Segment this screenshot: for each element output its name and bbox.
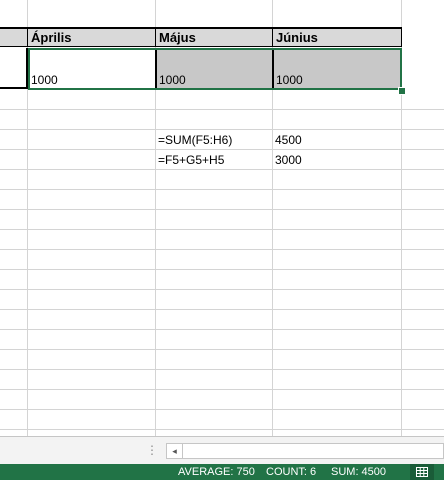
horizontal-scrollbar[interactable]: ◂: [166, 443, 444, 459]
cell-aprilis-value[interactable]: 1000: [28, 48, 155, 89]
split-handle-icon[interactable]: ⋮: [146, 443, 158, 457]
fill-handle[interactable]: [398, 87, 406, 95]
gridline: [0, 389, 444, 390]
worksheet-grid[interactable]: Április Május Június 1000 1000 1000 =SUM…: [0, 0, 444, 436]
scroll-left-icon[interactable]: ◂: [167, 444, 183, 458]
gridline: [0, 349, 444, 350]
cell-border: [272, 48, 274, 89]
gridline: [0, 209, 444, 210]
header-cell-blank[interactable]: [0, 27, 28, 47]
gridline: [0, 149, 444, 150]
gridline: [0, 309, 444, 310]
status-sum: SUM: 4500: [331, 466, 387, 478]
gridline: [0, 269, 444, 270]
gridline: [0, 409, 444, 410]
bordered-cell[interactable]: [0, 48, 28, 89]
sheet-tab-bar: ⋮ ◂: [0, 436, 444, 464]
gridline: [0, 329, 444, 330]
header-cell-junius[interactable]: Június: [273, 27, 402, 47]
gridline: [0, 369, 444, 370]
formula-cell-add[interactable]: =F5+G5+H5: [155, 151, 224, 169]
gridline: [0, 169, 444, 170]
result-cell-add[interactable]: 3000: [272, 151, 302, 169]
normal-view-icon[interactable]: [410, 464, 434, 480]
status-bar: AVERAGE: 750 COUNT: 6 SUM: 4500: [0, 464, 444, 480]
gridline: [0, 289, 444, 290]
cell-junius-value[interactable]: 1000: [273, 48, 401, 89]
gridline: [0, 429, 444, 430]
header-cell-majus[interactable]: Május: [156, 27, 273, 47]
gridline: [0, 129, 444, 130]
cell-border: [155, 48, 157, 89]
gridline: [0, 189, 444, 190]
header-cell-aprilis[interactable]: Április: [28, 27, 156, 47]
cell-border: [28, 88, 402, 89]
gridline: [0, 249, 444, 250]
status-average: AVERAGE: 750: [178, 466, 255, 478]
gridline: [0, 229, 444, 230]
formula-cell-sum[interactable]: =SUM(F5:H6): [155, 131, 232, 149]
cell-majus-value[interactable]: 1000: [156, 48, 272, 89]
status-count: COUNT: 6: [266, 466, 317, 478]
result-cell-sum[interactable]: 4500: [272, 131, 302, 149]
gridline: [0, 109, 444, 110]
gridline: [401, 0, 402, 436]
